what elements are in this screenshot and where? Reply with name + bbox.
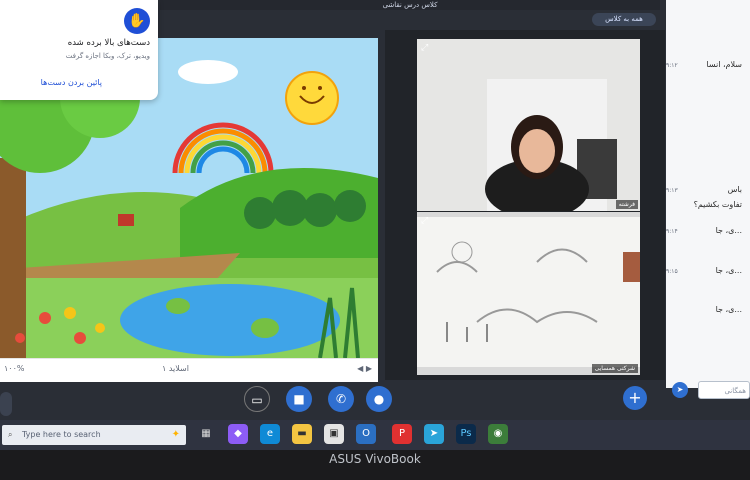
store-icon[interactable]: ▣ xyxy=(324,424,344,444)
chat-message: تفاوت بکشیم؟ xyxy=(693,200,742,209)
pond xyxy=(120,284,340,356)
send-icon[interactable]: ➤ xyxy=(672,382,688,398)
taskbar-search[interactable]: ⌕ Type here to search ✦ xyxy=(2,425,186,445)
taskbar-search-placeholder: Type here to search xyxy=(22,430,101,439)
expand-icon[interactable]: ⤢ xyxy=(421,43,428,53)
participant-video-tile[interactable]: ⤢ شرکتی همسایی xyxy=(417,212,640,375)
audience-pill[interactable]: همه به کلاس xyxy=(592,13,656,26)
participant-video xyxy=(417,39,640,211)
slide-toolbar: ۱۰۰% اسلاید ۱ ◀ ▶ xyxy=(0,358,378,382)
chrome-icon[interactable]: ◉ xyxy=(488,424,508,444)
expand-icon[interactable]: ⤢ xyxy=(421,216,428,226)
outlook-icon[interactable]: O xyxy=(356,424,376,444)
participant-video xyxy=(417,212,640,375)
settings-icon[interactable] xyxy=(0,392,12,416)
window-title-bar: کلاس درس نقاشی xyxy=(160,0,660,10)
screen-share-icon[interactable]: ▭ xyxy=(244,386,270,412)
raised-hands-subtitle: ویدیو، ترک، وبکا اجازه گرفت xyxy=(65,52,150,60)
copilot-icon[interactable]: ◆ xyxy=(228,424,248,444)
slide-pager[interactable]: ◀ ▶ xyxy=(357,364,372,373)
task-view-icon[interactable]: ▦ xyxy=(196,424,216,444)
edge-icon[interactable]: e xyxy=(260,424,280,444)
chat-time: ۹:۱۵ xyxy=(666,268,678,275)
chat-time: ۹:۱۴ xyxy=(666,228,678,235)
zoom-level[interactable]: ۱۰۰% xyxy=(4,364,25,373)
chat-message: ی، جا... xyxy=(715,266,742,275)
microphone-icon[interactable]: ● xyxy=(366,386,392,412)
lower-all-hands-link[interactable]: پائین بردن دست‌ها xyxy=(41,78,102,87)
window-title: کلاس درس نقاشی xyxy=(382,1,438,9)
chat-time: ۹:۱۲ xyxy=(666,62,678,69)
sparkle-icon: ✦ xyxy=(171,429,180,440)
participant-name: فرشته xyxy=(615,200,638,209)
chat-message: سلام، انسا xyxy=(706,60,742,69)
chat-message: ی، جا... xyxy=(715,305,742,314)
raised-hand-icon[interactable]: ✋ xyxy=(124,8,150,34)
chat-time: ۹:۱۳ xyxy=(666,187,678,194)
raised-hands-title: دست‌های بالا برده شده xyxy=(67,38,150,48)
file-explorer-icon[interactable]: ▬ xyxy=(292,424,312,444)
telegram-icon[interactable]: ➤ xyxy=(424,424,444,444)
chat-input[interactable]: همگانی xyxy=(698,381,750,399)
audience-pill-label: همه به کلاس xyxy=(605,15,643,23)
chat-message: ی، جا... xyxy=(715,226,742,235)
participant-video-tile[interactable]: ⤢ فرشته xyxy=(417,39,640,211)
add-icon[interactable]: + xyxy=(623,386,647,410)
meeting-controls: ▭ ■ ✆ ● xyxy=(240,386,400,412)
chat-panel: سلام، انسا ۹:۱۲ باس ۹:۱۳ تفاوت بکشیم؟ ی،… xyxy=(666,0,750,399)
slide-page-indicator[interactable]: اسلاید ۱ xyxy=(162,364,189,373)
laptop-screen: کلاس درس نقاشی همه به کلاس ۱۰۰% اسلاید ۱… xyxy=(0,0,750,420)
pinterest-icon[interactable]: P xyxy=(392,424,412,444)
raised-hands-panel: ✋ دست‌های بالا برده شده ویدیو، ترک، وبکا… xyxy=(0,0,158,100)
chat-message: باس xyxy=(727,185,742,194)
tree-trunk xyxy=(0,158,26,358)
photoshop-icon[interactable]: Ps xyxy=(456,424,476,444)
camera-icon[interactable]: ■ xyxy=(286,386,312,412)
sun xyxy=(285,71,339,125)
participant-name: شرکتی همسایی xyxy=(591,364,638,373)
video-area: ⤢ فرشته ⤢ شرکتی همسایی xyxy=(385,30,665,380)
search-icon: ⌕ xyxy=(8,430,13,439)
laptop-brand: ASUS VivoBook xyxy=(329,452,421,466)
phone-icon[interactable]: ✆ xyxy=(328,386,354,412)
